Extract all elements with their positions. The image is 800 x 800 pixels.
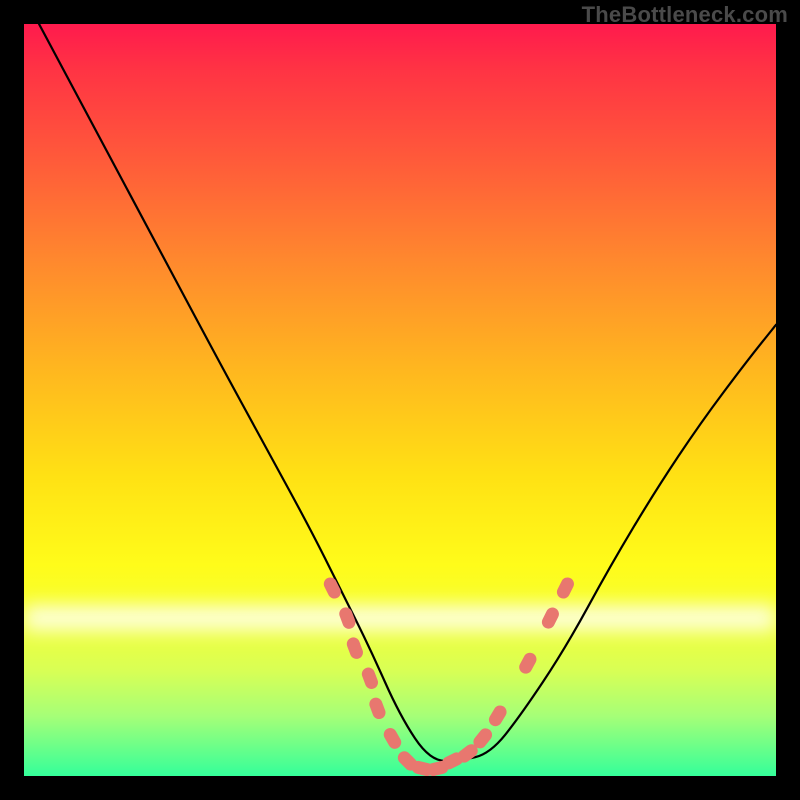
marker-blob: [487, 703, 509, 729]
marker-blob: [345, 636, 365, 661]
watermark-text: TheBottleneck.com: [582, 2, 788, 28]
marker-blob: [517, 650, 539, 676]
marker-blob: [367, 696, 387, 721]
curve-path: [39, 24, 776, 761]
marker-blob: [555, 575, 576, 600]
marker-blob: [381, 726, 403, 752]
marker-blob: [360, 666, 380, 691]
chart-svg: [24, 24, 776, 776]
